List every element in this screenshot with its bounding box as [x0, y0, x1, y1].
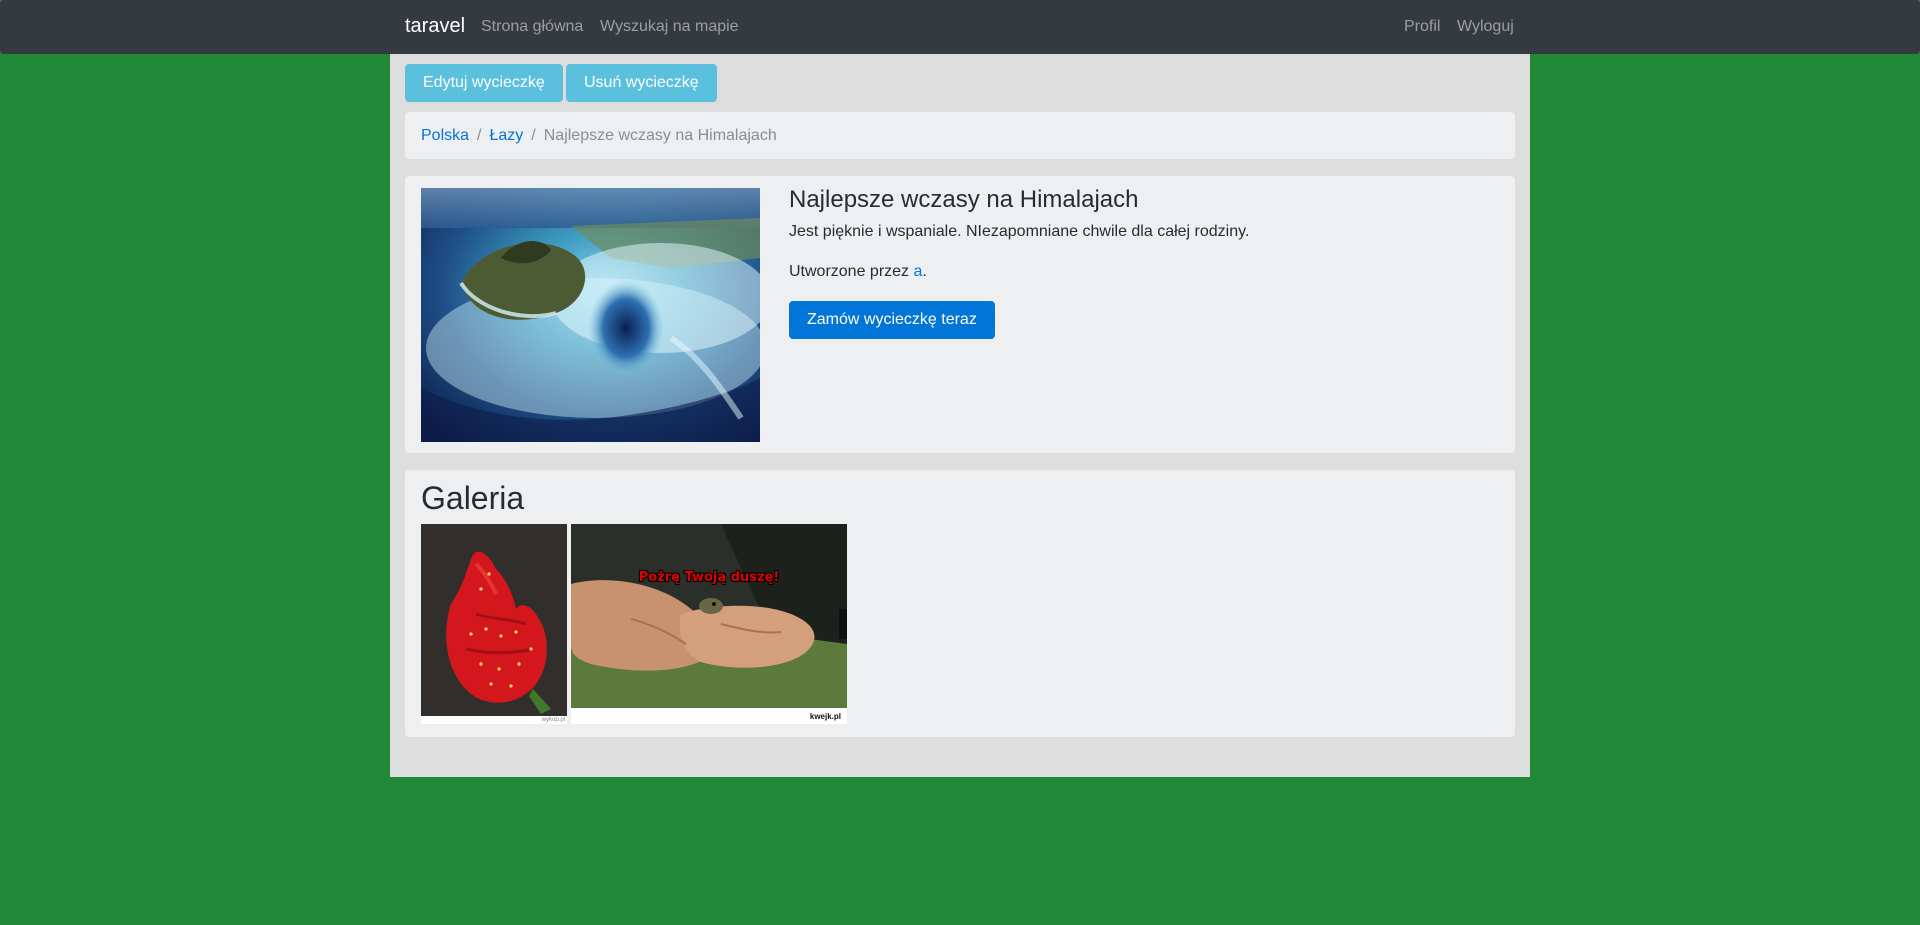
breadcrumb-city-link[interactable]: Łazy: [489, 127, 523, 145]
edit-trip-button[interactable]: Edytuj wycieczkę: [405, 64, 563, 102]
nav-link-map-search[interactable]: Wyszukaj na mapie: [600, 17, 739, 37]
trip-details-card: Najlepsze wczasy na Himalajach Jest pięk…: [405, 176, 1515, 453]
aerial-island-photo: [421, 188, 760, 442]
watermark-text: kwejk.pl: [809, 712, 841, 721]
author-prefix: Utworzone przez: [789, 263, 910, 280]
gallery-image-strawberry[interactable]: wykop.pl: [421, 524, 567, 724]
trip-author-line: Utworzone przez a.: [789, 262, 927, 282]
nav-link-home[interactable]: Strona główna: [481, 17, 583, 37]
breadcrumb: Polska / Łazy / Najlepsze wczasy na Hima…: [405, 112, 1515, 159]
main-container: Edytuj wycieczkę Usuń wycieczkę Polska /…: [390, 54, 1530, 777]
nav-link-profile[interactable]: Profil: [1404, 17, 1440, 37]
breadcrumb-separator: /: [531, 126, 536, 144]
delete-trip-button[interactable]: Usuń wycieczkę: [566, 64, 717, 102]
trip-description: Jest pięknie i wspaniale. NIezapomniane …: [789, 223, 1250, 240]
breadcrumb-current-trip: Najlepsze wczasy na Himalajach: [543, 126, 777, 144]
meme-caption: Pożrę Twoją duszę!: [638, 570, 780, 585]
gallery-image-frog[interactable]: Pożrę Twoją duszę! kwejk.pl: [571, 524, 847, 724]
order-trip-button[interactable]: Zamów wycieczkę teraz: [789, 301, 995, 339]
author-suffix: .: [922, 263, 927, 280]
gallery-title: Galeria: [421, 480, 525, 516]
gallery-card: Galeria wykop.pl Pożrę Twoją duszę! kwej…: [405, 470, 1515, 737]
top-navbar: taravel Strona główna Wyszukaj na mapie …: [0, 0, 1920, 54]
brand-logo-link[interactable]: taravel: [405, 14, 465, 38]
breadcrumb-country-link[interactable]: Polska: [421, 127, 469, 145]
breadcrumb-separator: /: [477, 126, 482, 144]
watermark-text: wykop.pl: [541, 717, 565, 723]
nav-link-logout[interactable]: Wyloguj: [1457, 17, 1514, 37]
trip-title: Najlepsze wczasy na Himalajach: [789, 186, 1139, 213]
